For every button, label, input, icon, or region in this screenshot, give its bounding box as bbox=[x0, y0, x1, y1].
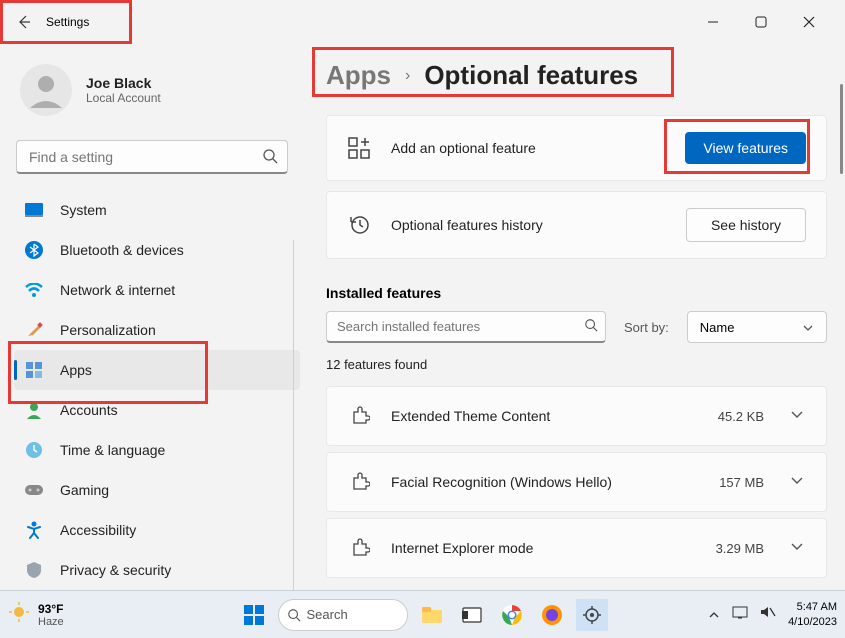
temperature: 93°F bbox=[38, 602, 64, 616]
tray-chevron-icon[interactable] bbox=[708, 606, 720, 624]
grid-plus-icon bbox=[347, 136, 371, 160]
taskview-icon[interactable] bbox=[456, 599, 488, 631]
chevron-down-icon bbox=[790, 539, 804, 557]
feature-name: Facial Recognition (Windows Hello) bbox=[391, 474, 699, 490]
explorer-icon[interactable] bbox=[416, 599, 448, 631]
puzzle-icon bbox=[349, 471, 371, 493]
chevron-down-icon bbox=[790, 407, 804, 425]
feature-row[interactable]: Internet Explorer mode 3.29 MB bbox=[326, 518, 827, 578]
history-card: Optional features history See history bbox=[326, 191, 827, 259]
clock-icon bbox=[24, 440, 44, 460]
minimize-button[interactable] bbox=[699, 8, 727, 36]
bluetooth-icon bbox=[24, 240, 44, 260]
profile-block[interactable]: Joe Black Local Account bbox=[14, 56, 300, 132]
installed-search-input[interactable] bbox=[326, 311, 606, 343]
sidebar-item-bluetooth[interactable]: Bluetooth & devices bbox=[14, 230, 300, 270]
search-icon bbox=[262, 148, 278, 169]
sidebar-item-system[interactable]: System bbox=[14, 190, 300, 230]
feature-row[interactable]: Extended Theme Content 45.2 KB bbox=[326, 386, 827, 446]
window-title: Settings bbox=[46, 15, 89, 29]
chevron-down-icon bbox=[802, 320, 814, 335]
sidebar-item-personalization[interactable]: Personalization bbox=[14, 310, 300, 350]
clock-tray[interactable]: 5:47 AM 4/10/2023 bbox=[788, 600, 837, 629]
maximize-button[interactable] bbox=[747, 8, 775, 36]
installed-title: Installed features bbox=[326, 285, 827, 301]
back-button[interactable] bbox=[6, 4, 42, 40]
sidebar-item-network[interactable]: Network & internet bbox=[14, 270, 300, 310]
chevron-right-icon: › bbox=[405, 67, 410, 85]
sidebar-item-gaming[interactable]: Gaming bbox=[14, 470, 300, 510]
sidebar-item-label: Privacy & security bbox=[60, 562, 171, 578]
sun-icon bbox=[8, 601, 30, 628]
add-feature-label: Add an optional feature bbox=[391, 140, 665, 156]
person-icon bbox=[24, 400, 44, 420]
taskbar-search-label: Search bbox=[307, 607, 348, 622]
sidebar-item-label: Accounts bbox=[60, 402, 118, 418]
puzzle-icon bbox=[349, 537, 371, 559]
chrome-icon[interactable] bbox=[496, 599, 528, 631]
feature-size: 45.2 KB bbox=[718, 409, 764, 424]
taskbar: 93°F Haze <রect x="1" y="x="12" width/> … bbox=[0, 590, 845, 638]
sidebar-item-accounts[interactable]: Accounts bbox=[14, 390, 300, 430]
history-label: Optional features history bbox=[391, 217, 666, 233]
sidebar-item-label: Personalization bbox=[60, 322, 156, 338]
sort-by-label: Sort by: bbox=[624, 320, 669, 335]
feature-name: Extended Theme Content bbox=[391, 408, 698, 424]
divider bbox=[293, 240, 294, 590]
avatar bbox=[20, 64, 72, 116]
sidebar-item-accessibility[interactable]: Accessibility bbox=[14, 510, 300, 550]
search-icon bbox=[584, 318, 598, 337]
sidebar-item-label: Apps bbox=[60, 362, 92, 378]
scrollbar-thumb[interactable] bbox=[840, 84, 843, 174]
breadcrumb: Apps › Optional features bbox=[326, 60, 827, 91]
sort-select[interactable]: Name bbox=[687, 311, 827, 343]
wifi-icon bbox=[24, 280, 44, 300]
feature-size: 3.29 MB bbox=[716, 541, 764, 556]
search-input[interactable] bbox=[16, 140, 288, 174]
system-icon bbox=[24, 200, 44, 220]
feature-size: 157 MB bbox=[719, 475, 764, 490]
start-button[interactable]: <রect x="1" y="x="12" width/> bbox=[238, 599, 270, 631]
close-button[interactable] bbox=[795, 8, 823, 36]
date-text: 4/10/2023 bbox=[788, 615, 837, 629]
sidebar-item-label: Accessibility bbox=[60, 522, 136, 538]
sidebar-item-privacy[interactable]: Privacy & security bbox=[14, 550, 300, 590]
shield-icon bbox=[24, 560, 44, 580]
history-icon bbox=[347, 213, 371, 237]
feature-name: Internet Explorer mode bbox=[391, 540, 696, 556]
brush-icon bbox=[24, 320, 44, 340]
gamepad-icon bbox=[24, 480, 44, 500]
view-features-button[interactable]: View features bbox=[685, 132, 806, 164]
sort-value: Name bbox=[700, 320, 735, 335]
feature-row[interactable]: Facial Recognition (Windows Hello) 157 M… bbox=[326, 452, 827, 512]
page-title: Optional features bbox=[424, 60, 638, 91]
firefox-icon[interactable] bbox=[536, 599, 568, 631]
profile-name: Joe Black bbox=[86, 75, 161, 91]
volume-tray-icon[interactable] bbox=[760, 605, 776, 624]
time-text: 5:47 AM bbox=[788, 600, 837, 614]
feature-count: 12 features found bbox=[326, 357, 827, 372]
sidebar-item-apps[interactable]: Apps bbox=[14, 350, 300, 390]
accessibility-icon bbox=[24, 520, 44, 540]
network-tray-icon[interactable] bbox=[732, 605, 748, 624]
sidebar-item-time[interactable]: Time & language bbox=[14, 430, 300, 470]
weather-condition: Haze bbox=[38, 616, 64, 628]
sidebar-item-label: System bbox=[60, 202, 107, 218]
settings-icon[interactable] bbox=[576, 599, 608, 631]
puzzle-icon bbox=[349, 405, 371, 427]
sidebar-item-label: Time & language bbox=[60, 442, 165, 458]
weather-widget[interactable]: 93°F Haze bbox=[8, 601, 64, 628]
chevron-down-icon bbox=[790, 473, 804, 491]
sidebar-item-label: Bluetooth & devices bbox=[60, 242, 184, 258]
apps-icon bbox=[24, 360, 44, 380]
breadcrumb-parent[interactable]: Apps bbox=[326, 60, 391, 91]
profile-subtitle: Local Account bbox=[86, 91, 161, 105]
sidebar-item-label: Network & internet bbox=[60, 282, 175, 298]
taskbar-search[interactable]: Search bbox=[278, 599, 408, 631]
see-history-button[interactable]: See history bbox=[686, 208, 806, 242]
sidebar-item-label: Gaming bbox=[60, 482, 109, 498]
add-feature-card: Add an optional feature View features bbox=[326, 115, 827, 181]
